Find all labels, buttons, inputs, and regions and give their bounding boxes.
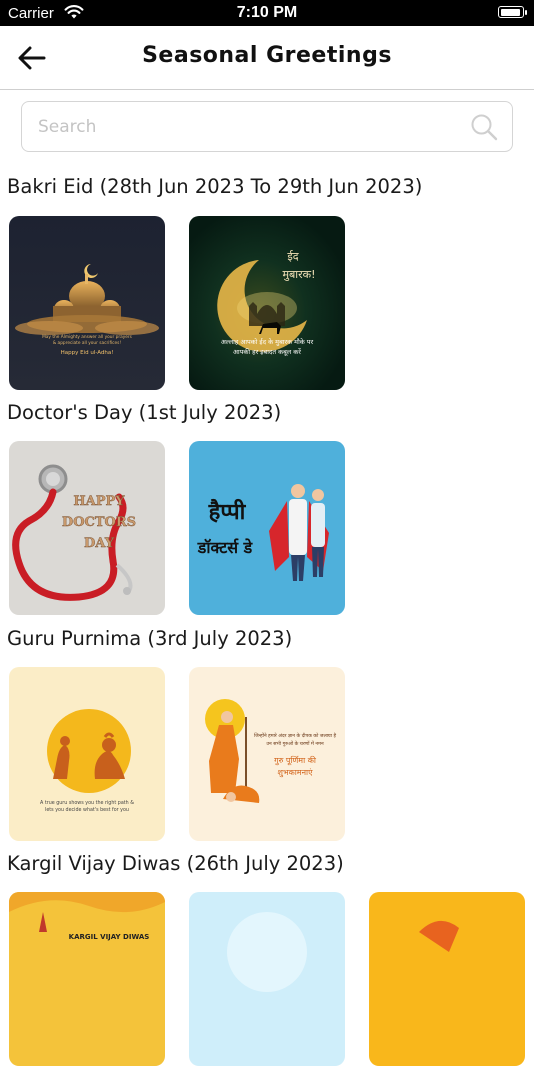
- card-text: DOCTORS: [62, 515, 136, 530]
- greeting-card-eid-1[interactable]: May the Almighty answer all your prayers…: [9, 216, 165, 390]
- search-bar[interactable]: [21, 101, 513, 152]
- card-heading: मुबारक!: [282, 268, 315, 281]
- battery-icon: [498, 6, 527, 18]
- page-title: Seasonal Greetings: [142, 43, 392, 68]
- greeting-card-guru-2[interactable]: जिन्होंने हमारे अंदर ज्ञान के दीपक को जल…: [189, 667, 345, 841]
- card-text: DAY: [84, 536, 115, 551]
- card-text: अल्लाह आपको ईद के मुबारक मौके पर: [221, 338, 314, 346]
- navigation-bar: Seasonal Greetings: [0, 26, 534, 90]
- greeting-card-doctor-2[interactable]: हैप्पी डॉक्टर्स डे: [189, 441, 345, 615]
- greeting-card-guru-1[interactable]: A true guru shows you the right path & l…: [9, 667, 165, 841]
- search-icon[interactable]: [470, 113, 498, 145]
- card-text: हैप्पी: [208, 498, 247, 525]
- greeting-card-kargil-3[interactable]: [369, 892, 525, 1066]
- card-text: A true guru shows you the right path &: [40, 800, 134, 806]
- card-text: उन सभी गुरुओं के चरणों में नमन: [266, 740, 324, 747]
- card-text: HAPPY: [73, 494, 125, 509]
- section-title-bakri-eid: Bakri Eid (28th Jun 2023 To 29th Jun 202…: [7, 175, 423, 198]
- status-bar: Carrier 7:10 PM: [0, 0, 534, 26]
- card-heading: ईद: [287, 250, 298, 263]
- card-text: डॉक्टर्स डे: [197, 538, 254, 557]
- card-text: & appreciate all your sacrifices!: [53, 340, 122, 346]
- greeting-card-kargil-1[interactable]: KARGIL VIJAY DIWAS: [9, 892, 165, 1066]
- greeting-card-eid-2[interactable]: ईद मुबारक! अल्लाह आपको ईद के मुबारक मौके…: [189, 216, 345, 390]
- greeting-card-doctor-1[interactable]: HAPPY DOCTORS DAY: [9, 441, 165, 615]
- search-input[interactable]: [36, 102, 460, 152]
- card-text: lets you decide what's best for you: [45, 807, 129, 813]
- card-text: आपकी हर इबादत कबूल करें: [233, 348, 301, 356]
- card-greeting: गुरु पूर्णिमा की: [274, 755, 317, 766]
- greeting-card-kargil-2[interactable]: [189, 892, 345, 1066]
- section-title-guru-purnima: Guru Purnima (3rd July 2023): [7, 627, 293, 650]
- section-title-doctors-day: Doctor's Day (1st July 2023): [7, 401, 282, 424]
- card-greeting: शुभकामनाएं: [278, 768, 314, 778]
- card-text: May the Almighty answer all your prayers: [42, 334, 133, 340]
- clock: 7:10 PM: [236, 4, 298, 21]
- card-greeting: Happy Eid ul-Adha!: [61, 350, 114, 356]
- card-text: KARGIL VIJAY DIWAS: [69, 933, 150, 941]
- section-title-kargil-vijay-diwas: Kargil Vijay Diwas (26th July 2023): [7, 852, 344, 875]
- card-text: जिन्होंने हमारे अंदर ज्ञान के दीपक को जल…: [254, 732, 337, 739]
